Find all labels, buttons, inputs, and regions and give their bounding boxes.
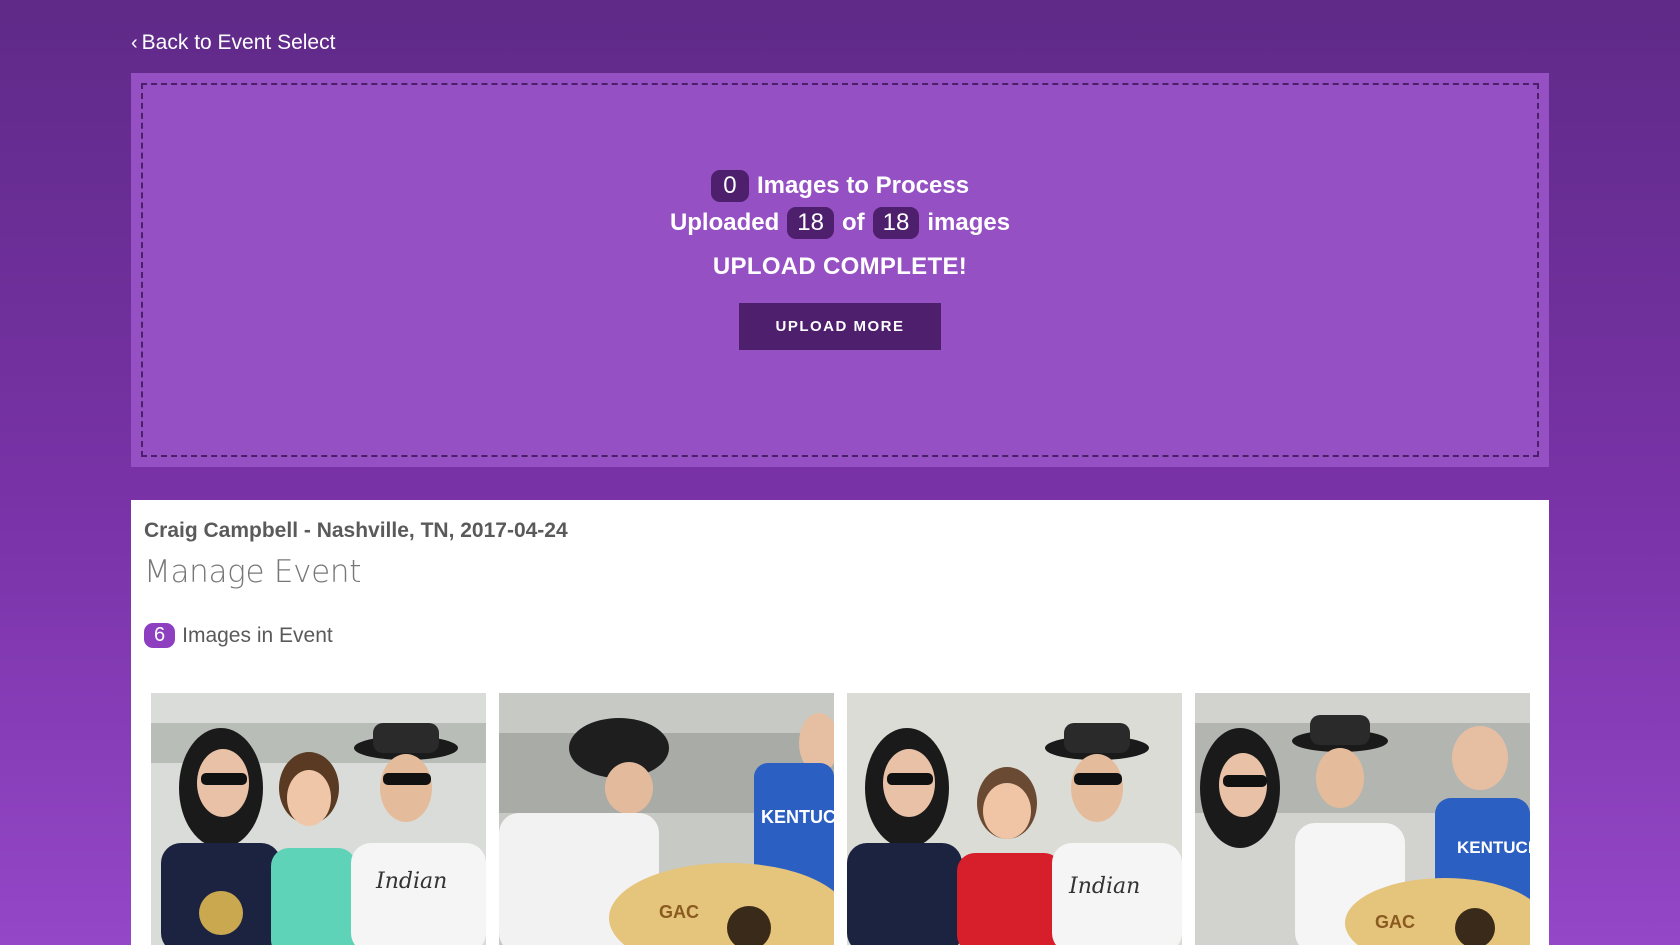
images-to-process-label: Images to Process — [756, 171, 970, 199]
image-gallery: Indian KENTUC GAC Indian KENTUC GAC — [151, 693, 1530, 945]
svg-text:KENTUC: KENTUC — [761, 807, 834, 827]
image-count-label: Images in Event — [182, 623, 333, 647]
svg-text:KENTUCKY: KENTUCKY — [1457, 838, 1530, 857]
back-to-event-select-link[interactable]: ‹ Back to Event Select — [131, 31, 335, 55]
svg-text:GAC: GAC — [1375, 912, 1415, 932]
uploaded-prefix: Uploaded — [669, 208, 780, 236]
dropzone-inner: 0 Images to Process Uploaded 18 of 18 im… — [141, 83, 1539, 457]
image-count-badge: 6 — [144, 623, 176, 648]
manage-event-panel: Craig Campbell - Nashville, TN, 2017-04-… — [131, 500, 1549, 945]
uploaded-count-badge: 18 — [787, 206, 834, 239]
uploaded-line: Uploaded 18 of 18 images — [670, 204, 1010, 241]
gallery-image[interactable]: KENTUC GAC — [499, 693, 834, 945]
svg-text:Indian: Indian — [1068, 874, 1140, 899]
images-to-process-badge: 0 — [710, 169, 749, 202]
images-suffix: images — [927, 208, 1011, 236]
images-to-process-line: 0 Images to Process — [710, 167, 970, 204]
upload-status: UPLOAD COMPLETE! — [712, 253, 968, 280]
images-in-event-line: 6 Images in Event — [144, 623, 333, 648]
event-title: Craig Campbell - Nashville, TN, 2017-04-… — [144, 519, 568, 542]
svg-text:GAC: GAC — [659, 902, 699, 922]
page-title: Manage Event — [144, 554, 362, 590]
back-link-label: Back to Event Select — [141, 31, 336, 54]
gallery-image[interactable]: KENTUCKY GAC — [1195, 693, 1530, 945]
total-count-badge: 18 — [872, 206, 920, 239]
of-label: of — [841, 208, 865, 236]
chevron-left-icon: ‹ — [131, 32, 138, 54]
gallery-image[interactable]: Indian — [151, 693, 486, 945]
gallery-image[interactable]: Indian — [847, 693, 1182, 945]
upload-more-button[interactable]: UPLOAD MORE — [739, 303, 941, 350]
svg-text:Indian: Indian — [375, 869, 447, 894]
upload-dropzone[interactable]: 0 Images to Process Uploaded 18 of 18 im… — [131, 73, 1549, 467]
